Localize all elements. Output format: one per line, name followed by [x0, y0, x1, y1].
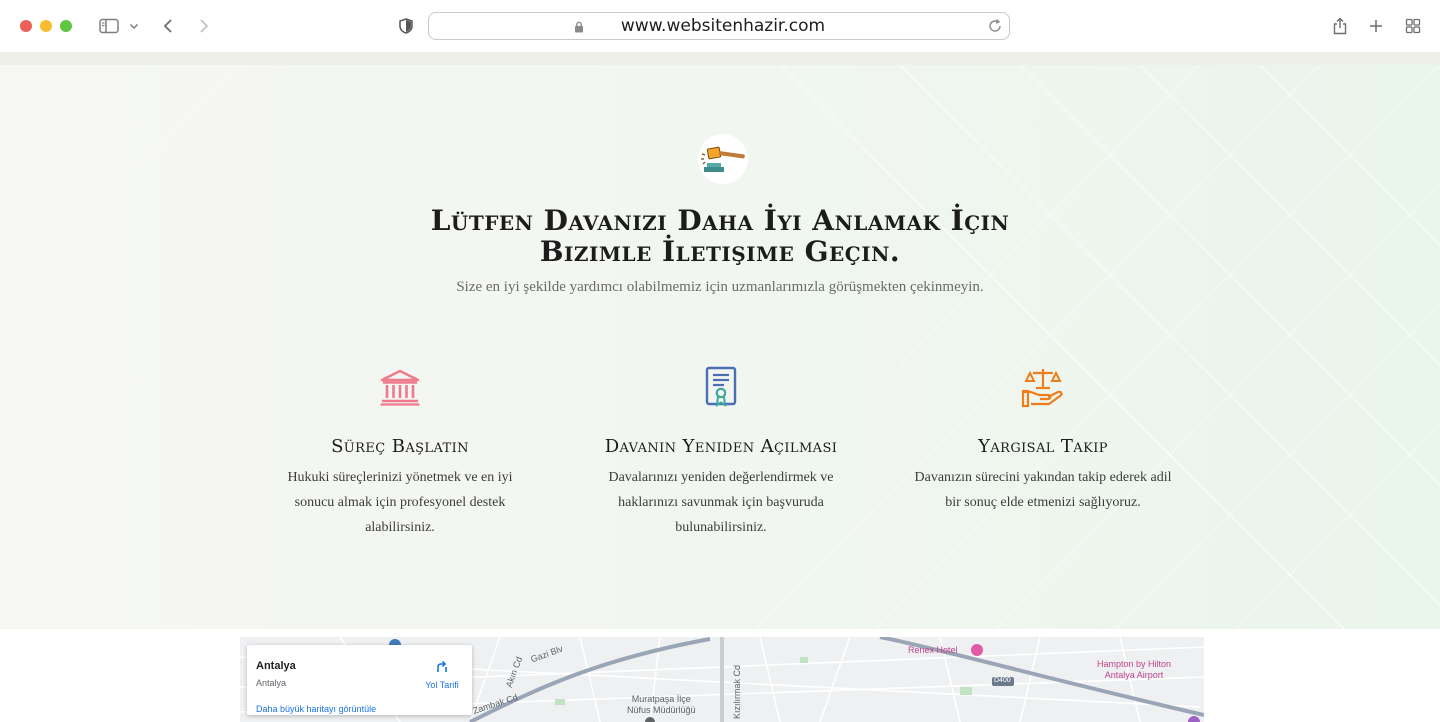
- gavel-icon: [698, 134, 748, 184]
- tab-overview-icon[interactable]: [1402, 14, 1424, 38]
- hero-title: Lütfen Davanızı Daha İyi Anlamak İçin Bi…: [370, 205, 1070, 267]
- map-place-region: Antalya: [256, 678, 287, 688]
- contact-hero-section: Lütfen Davanızı Daha İyi Anlamak İçin Bi…: [0, 65, 1440, 629]
- feature-surec-baslatin: Süreç Başlatın Hukuki süreçlerinizi yöne…: [270, 365, 530, 540]
- address-url: www.websitenhazir.com: [620, 16, 826, 36]
- scales-in-hand-icon: [913, 365, 1173, 409]
- map-label-hampton: Hampton by Hilton Antalya Airport: [1097, 659, 1172, 680]
- map-label-muratpasa: Muratpaşa İlçe Nüfus Müdürlüğü: [627, 694, 696, 715]
- minimize-window-button[interactable]: [40, 20, 52, 32]
- hero-title-line-2: Bizimle İletişime Geçin.: [539, 235, 901, 268]
- feature-text: Hukuki süreçlerinizi yönetmek ve en iyi …: [287, 470, 513, 535]
- directions-label: Yol Tarifi: [425, 680, 459, 690]
- feature-text: Davalarınızı yeniden değerlendirmek ve h…: [608, 470, 834, 535]
- feature-text: Davanızın sürecini yakından takip ederek…: [914, 470, 1172, 510]
- chevron-down-icon[interactable]: [127, 14, 141, 38]
- new-tab-plus-icon[interactable]: [1366, 14, 1386, 38]
- lock-icon: [574, 20, 584, 38]
- forward-arrow-icon[interactable]: [194, 14, 214, 38]
- address-bar[interactable]: www.websitenhazir.com: [428, 12, 1010, 40]
- header-strip: [0, 52, 1440, 65]
- directions-icon: [437, 660, 447, 672]
- map-label-kizilirmak: Kızılırmak Cd: [732, 664, 743, 720]
- feature-title: Davanın Yeniden Açılması: [604, 436, 838, 457]
- map-place-name: Antalya: [256, 660, 296, 672]
- browser-toolbar: www.websitenhazir.com: [0, 0, 1440, 52]
- reload-icon[interactable]: [987, 18, 1003, 39]
- sidebar-toggle-icon[interactable]: [97, 14, 121, 38]
- hero-subtitle: Size en iyi şekilde yardımcı olabilmemiz…: [456, 279, 984, 295]
- embedded-map[interactable]: Renex Hotel Hampton by Hilton Antalya Ai…: [240, 637, 1204, 722]
- share-icon[interactable]: [1330, 14, 1350, 38]
- feature-title: Süreç Başlatın: [331, 436, 469, 457]
- map-label-renex: Renex Hotel: [908, 645, 958, 655]
- map-place-card: Antalya Antalya Yol Tarifi Daha büyük ha…: [247, 645, 472, 715]
- map-label-road: D400: [994, 677, 1011, 684]
- view-larger-map-link[interactable]: Daha büyük haritayı görüntüle: [256, 704, 376, 714]
- back-arrow-icon[interactable]: [158, 14, 178, 38]
- courthouse-icon: [270, 365, 530, 409]
- hero-title-line-1: Lütfen Davanızı Daha İyi Anlamak İçin: [430, 204, 1010, 237]
- close-window-button[interactable]: [20, 20, 32, 32]
- directions-button[interactable]: Yol Tarifi: [419, 659, 465, 690]
- feature-yargisal-takip: Yargısal Takip Davanızın sürecini yakınd…: [913, 365, 1173, 515]
- certificate-document-icon: [591, 365, 851, 409]
- feature-davanin-yeniden-acilmasi: Davanın Yeniden Açılması Davalarınızı ye…: [591, 365, 851, 540]
- feature-title: Yargısal Takip: [978, 436, 1108, 457]
- zoom-window-button[interactable]: [60, 20, 72, 32]
- privacy-shield-icon[interactable]: [395, 14, 417, 38]
